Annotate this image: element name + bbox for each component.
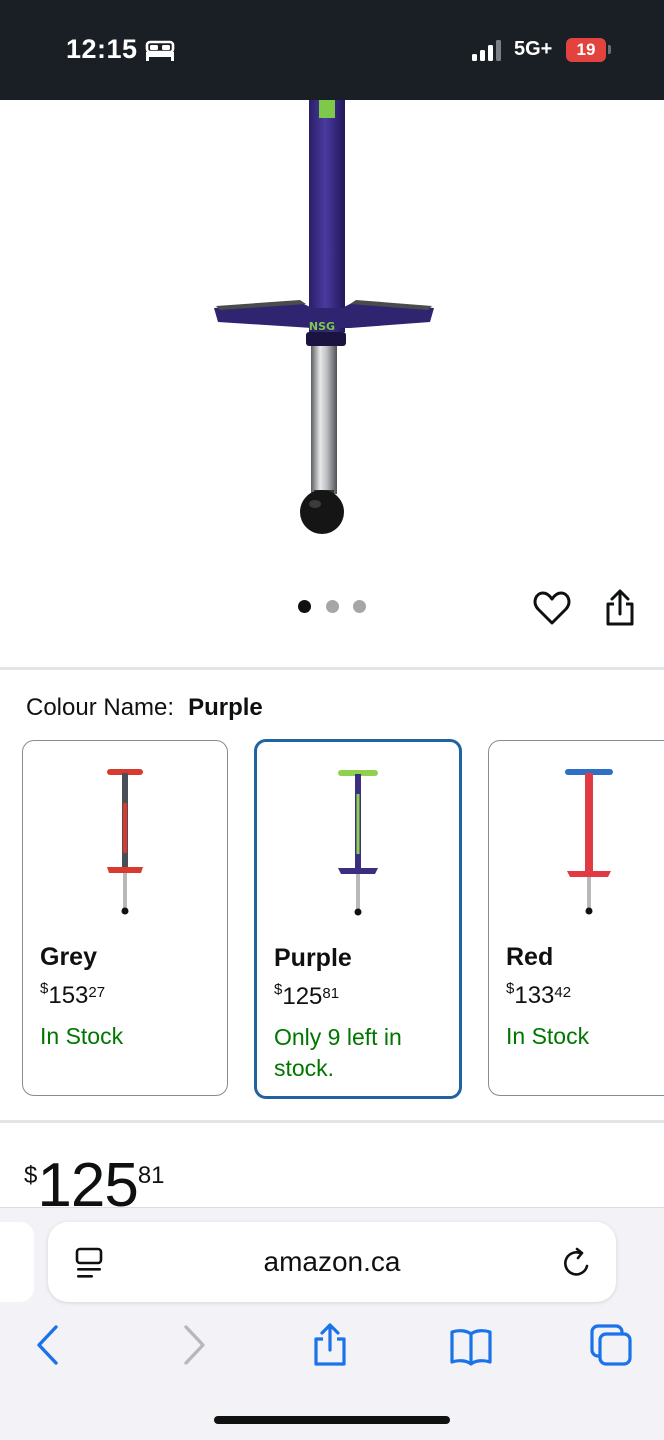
colour-label: Colour Name: <box>26 694 175 721</box>
carousel-dots[interactable] <box>296 600 376 616</box>
svg-text:NSG: NSG <box>309 320 335 333</box>
variant-name: Grey <box>40 943 97 971</box>
colour-name-row: Colour Name: Purple <box>26 694 263 722</box>
colour-selected-value: Purple <box>188 694 263 721</box>
carousel-dot[interactable] <box>353 600 366 613</box>
tabs-icon[interactable] <box>588 1322 634 1368</box>
back-icon[interactable] <box>26 1322 72 1368</box>
variant-name: Purple <box>274 944 352 972</box>
battery-nub <box>608 45 611 54</box>
reload-icon[interactable] <box>561 1246 593 1280</box>
variant-stock: Only 9 left in stock. <box>274 1024 402 1081</box>
variant-name: Red <box>506 943 554 971</box>
carousel-dot[interactable] <box>326 600 339 613</box>
product-price: $12581 <box>24 1151 165 1210</box>
variant-price: $15327 <box>40 980 106 1009</box>
signal-icon <box>472 40 501 61</box>
carousel-dot[interactable] <box>298 600 311 613</box>
bookmarks-icon[interactable] <box>448 1322 494 1368</box>
variant-stock: In Stock <box>506 1023 590 1049</box>
variant-price: $13342 <box>506 980 572 1009</box>
variant-red[interactable]: Red $13342 In Stock <box>488 740 664 1096</box>
network-label: 5G+ <box>514 38 553 60</box>
variant-stock: In Stock <box>40 1023 124 1049</box>
previous-tab-pill[interactable] <box>0 1222 34 1302</box>
url-text[interactable]: amazon.ca <box>48 1246 616 1278</box>
pogo-stick-image[interactable]: NSG <box>0 100 664 570</box>
share-icon[interactable] <box>307 1322 353 1368</box>
heart-icon[interactable] <box>533 590 571 626</box>
home-indicator <box>214 1416 450 1424</box>
section-divider <box>0 667 664 670</box>
variant-purple[interactable]: Purple $12581 Only 9 left in stock. <box>254 739 462 1099</box>
variant-thumbnail <box>565 769 613 915</box>
variant-grey[interactable]: Grey $15327 In Stock <box>22 740 228 1096</box>
section-divider <box>0 1120 664 1123</box>
battery-icon: 19 <box>566 38 606 62</box>
status-time: 12:15 <box>66 34 138 64</box>
variant-thumbnail <box>338 770 378 916</box>
variant-thumbnail <box>107 769 143 915</box>
status-bar: 12:15 5G+ 19 <box>0 0 664 100</box>
share-icon[interactable] <box>603 588 637 628</box>
variant-price: $12581 <box>274 981 340 1010</box>
forward-icon[interactable] <box>170 1322 216 1368</box>
bed-icon <box>145 40 175 61</box>
